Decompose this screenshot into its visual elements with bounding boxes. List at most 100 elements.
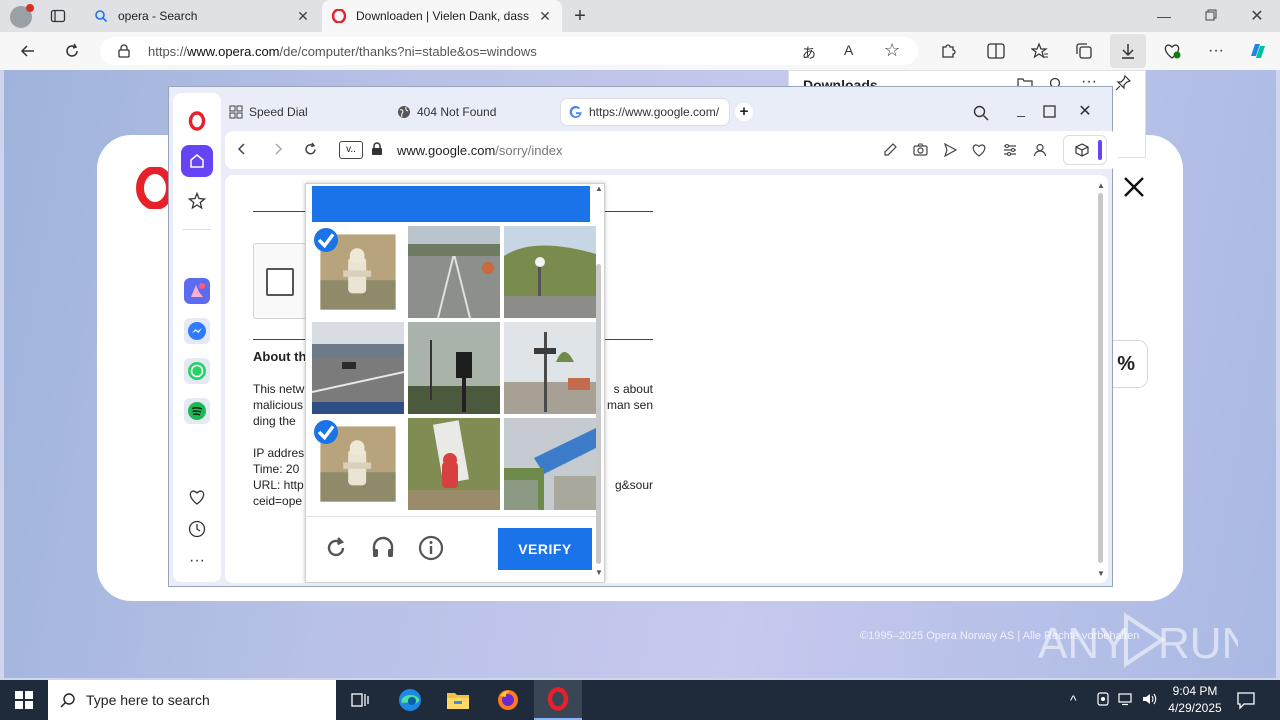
split-screen-icon[interactable] — [982, 37, 1010, 65]
clock-time: 9:04 PM — [1172, 684, 1218, 698]
captcha-tile[interactable] — [408, 322, 500, 414]
recaptcha-checkbox[interactable] — [266, 268, 294, 296]
search-tabs-icon[interactable] — [973, 105, 989, 121]
tab-google[interactable]: https://www.google.com/ — [561, 99, 729, 125]
opera-tab-strip: Speed Dial 404 Not Found https://www.goo… — [225, 93, 1110, 125]
new-tab-button[interactable]: + — [735, 103, 753, 121]
url-prefix: https:// — [148, 44, 188, 59]
back-button[interactable] — [14, 37, 42, 65]
heart-icon[interactable] — [971, 143, 987, 157]
tab-label: Downloaden | Vielen Dank, dass Sie — [356, 9, 532, 23]
task-view-icon[interactable] — [336, 680, 384, 720]
collections-icon[interactable] — [1070, 37, 1098, 65]
history-clock-icon[interactable] — [181, 513, 213, 545]
forward-icon[interactable] — [271, 142, 285, 156]
aria-ai-icon[interactable] — [181, 275, 213, 307]
home-icon[interactable] — [181, 145, 213, 177]
close-tab-icon[interactable]: ✕ — [538, 8, 552, 24]
maximize-button[interactable] — [1043, 105, 1056, 118]
device-icon[interactable] — [1096, 692, 1110, 706]
minimize-button[interactable]: _ — [1011, 101, 1031, 117]
minimize-button[interactable]: — — [1150, 8, 1178, 24]
close-icon[interactable] — [1122, 175, 1146, 199]
audio-challenge-icon[interactable] — [370, 534, 396, 560]
taskbar-clock[interactable]: 9:04 PM 4/29/2025 — [1160, 683, 1230, 717]
profile-icon[interactable] — [1033, 143, 1047, 157]
send-icon[interactable] — [943, 143, 957, 157]
address-host: www.google.com — [397, 143, 496, 158]
extensions-icon[interactable] — [934, 37, 962, 65]
edge-taskbar-icon[interactable] — [386, 680, 434, 720]
easy-setup-icon[interactable] — [1003, 143, 1017, 157]
refresh-button[interactable] — [58, 37, 86, 65]
extensions-box-icon[interactable] — [1063, 135, 1107, 165]
lock-icon — [371, 142, 383, 156]
opera-browser-window: ··· Speed Dial 404 Not Found https://www… — [168, 86, 1118, 587]
taskbar-search-box[interactable]: Type here to search — [48, 680, 336, 720]
info-icon[interactable] — [418, 535, 444, 561]
messenger-icon[interactable] — [181, 315, 213, 347]
notifications-icon[interactable] — [1236, 690, 1256, 710]
vpn-badge[interactable]: v.. — [339, 141, 363, 159]
edge-tab-search[interactable]: opera - Search ✕ — [84, 0, 320, 32]
captcha-tile[interactable] — [312, 418, 404, 510]
edit-icon[interactable] — [883, 142, 898, 157]
captcha-scrollbar[interactable]: ▲ ▼ — [594, 184, 604, 580]
captcha-tile[interactable] — [312, 322, 404, 414]
opera-taskbar-icon[interactable] — [534, 680, 582, 720]
page-scrollbar[interactable]: ▲ ▼ — [1097, 179, 1105, 579]
translate-icon[interactable]: あ — [802, 43, 816, 63]
edge-tab-opera[interactable]: Downloaden | Vielen Dank, dass Sie ✕ — [322, 0, 562, 32]
url-host: www.opera.com — [187, 44, 280, 59]
captcha-tile[interactable] — [504, 418, 596, 510]
volume-icon[interactable] — [1142, 692, 1158, 706]
info-left: IP addres Time: 20 URL: http ceid=ope — [253, 446, 305, 508]
verify-button[interactable]: VERIFY — [498, 528, 592, 570]
camera-icon[interactable] — [913, 143, 928, 156]
favorites-icon[interactable] — [1026, 37, 1054, 65]
address-bar[interactable]: https://www.opera.com/de/computer/thanks… — [100, 37, 918, 65]
tab-label: https://www.google.com/ — [589, 105, 720, 119]
spotify-icon[interactable] — [181, 395, 213, 427]
paragraph-left: This netw malicious ding the — [253, 382, 305, 428]
read-aloud-icon[interactable]: A — [844, 42, 853, 58]
copilot-icon[interactable] — [1244, 37, 1272, 65]
back-icon[interactable] — [235, 142, 249, 156]
tab-404[interactable]: 404 Not Found — [397, 99, 496, 125]
tab-speed-dial[interactable]: Speed Dial — [229, 99, 308, 125]
favorite-star-icon[interactable]: ☆ — [884, 40, 900, 61]
reload-challenge-icon[interactable] — [324, 536, 348, 560]
close-window-button[interactable]: ✕ — [1243, 6, 1271, 26]
captcha-tile[interactable] — [408, 226, 500, 318]
profile-avatar[interactable] — [10, 4, 34, 28]
reload-icon[interactable] — [303, 142, 318, 157]
info-right: g&sour — [614, 478, 653, 492]
file-explorer-icon[interactable] — [434, 680, 482, 720]
restore-button[interactable] — [1197, 9, 1225, 25]
whatsapp-icon[interactable] — [181, 355, 213, 387]
browser-essentials-icon[interactable] — [1158, 37, 1186, 65]
start-windows-icon[interactable] — [0, 680, 48, 720]
close-tab-icon[interactable]: ✕ — [296, 8, 310, 24]
firefox-icon[interactable] — [484, 680, 532, 720]
captcha-tile[interactable] — [504, 226, 596, 318]
captcha-tile[interactable] — [312, 226, 404, 318]
downloads-button[interactable] — [1110, 34, 1146, 68]
anyrun-watermark: ANY RUN — [1038, 608, 1238, 672]
tab-actions-icon[interactable] — [50, 8, 68, 24]
new-tab-button[interactable]: + — [570, 6, 590, 26]
captcha-tile[interactable] — [408, 418, 500, 510]
search-icon — [60, 692, 76, 708]
address-url[interactable]: www.google.com/sorry/index — [397, 143, 562, 158]
close-window-button[interactable]: ✕ — [1075, 101, 1095, 121]
more-options-icon[interactable]: ··· — [181, 545, 213, 577]
pin-icon[interactable] — [1115, 75, 1133, 93]
speed-dial-grid-icon — [229, 105, 243, 119]
network-icon[interactable] — [1118, 692, 1134, 706]
bookmarks-star-icon[interactable] — [181, 185, 213, 217]
heart-icon[interactable] — [181, 481, 213, 513]
settings-more-icon[interactable]: ··· — [1202, 37, 1230, 65]
opera-menu-logo-icon[interactable] — [181, 105, 213, 137]
captcha-tile[interactable] — [504, 322, 596, 414]
show-hidden-icons-icon[interactable]: ^ — [1070, 692, 1077, 708]
